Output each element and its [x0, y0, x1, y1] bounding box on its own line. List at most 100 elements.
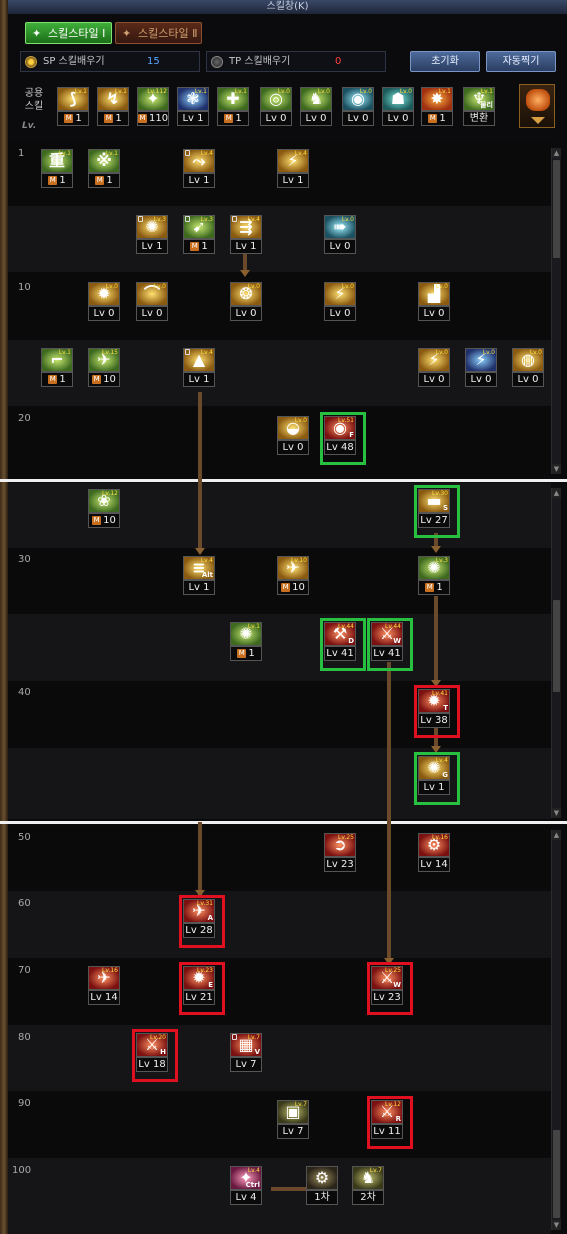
tree-skill[interactable]: ▲ Lv.4 Lv 1: [183, 348, 215, 387]
tree-skill[interactable]: ➲ Lv.25 Lv 23: [324, 833, 356, 872]
tree-skill[interactable]: ⇶ Lv.4 Lv 1: [230, 215, 262, 254]
tree-skill[interactable]: ⚔ Lv.25 W Lv 23: [367, 962, 413, 1015]
shared-skill[interactable]: ❃ Lv.1 Lv 1: [177, 87, 209, 126]
skill-icon[interactable]: ⚔ Lv.12 R: [371, 1100, 403, 1124]
shared-skill[interactable]: ☗ Lv.0 Lv 0: [382, 87, 414, 126]
skill-icon[interactable]: ❂ Lv.0: [230, 282, 262, 306]
skill-icon[interactable]: ◍ Lv.0: [512, 348, 544, 372]
tree-skill[interactable]: ◉ Lv.51 F Lv 48: [320, 412, 366, 465]
skill-icon[interactable]: ✺ Lv.1: [230, 622, 262, 646]
skill-icon[interactable]: ≡ Lv.4 Alt: [183, 556, 215, 580]
shared-skill[interactable]: ◎ Lv.0 Lv 0: [260, 87, 292, 126]
skill-icon[interactable]: ⌒ Lv.0: [136, 282, 168, 306]
scroll-up-icon[interactable]: ▲: [552, 488, 561, 498]
skill-icon[interactable]: ✹ Lv.23 E: [183, 966, 215, 990]
tree-skill[interactable]: ▣ Lv.7 Lv 7: [277, 1100, 309, 1139]
skill-icon[interactable]: ⚡ Lv.4: [277, 149, 309, 173]
shared-skill[interactable]: ⟆ Lv.1 M 1: [57, 87, 89, 126]
skill-icon[interactable]: ➹ Lv.3: [183, 215, 215, 239]
shared-skill[interactable]: ♆ Lv.1 물리 변환: [463, 87, 495, 126]
tree-skill[interactable]: ❂ Lv.0 Lv 0: [230, 282, 262, 321]
scroll-down-icon[interactable]: ▼: [552, 808, 561, 818]
shared-skill[interactable]: ♞ Lv.0 Lv 0: [300, 87, 332, 126]
skill-icon[interactable]: ⚡ Lv.0: [324, 282, 356, 306]
skill-icon[interactable]: ✈ Lv.16: [88, 966, 120, 990]
tree-skill[interactable]: 重 Lv.1 M 1: [41, 149, 73, 188]
tree-skill[interactable]: ✈ Lv.31 A Lv 28: [179, 895, 225, 948]
tree-skill[interactable]: ❀ Lv.12 M 10: [88, 489, 120, 528]
skill-icon[interactable]: ➲ Lv.25: [324, 833, 356, 857]
skill-icon[interactable]: ⚙: [306, 1166, 338, 1190]
skill-icon[interactable]: ⤳ Lv.4: [183, 149, 215, 173]
tree-skill[interactable]: ▦ Lv.7 V Lv 7: [230, 1033, 262, 1072]
skill-icon[interactable]: ✦ Lv.112: [137, 87, 169, 111]
tree-skill[interactable]: ≡ Lv.4 Alt Lv 1: [183, 556, 215, 595]
tree-skill[interactable]: ✺ Lv.3 Lv 1: [136, 215, 168, 254]
scroll-down-icon[interactable]: ▼: [552, 1220, 561, 1230]
skill-icon[interactable]: ▬ Lv.30 S: [418, 489, 450, 513]
skill-icon[interactable]: ☗ Lv.0: [382, 87, 414, 111]
shared-skill[interactable]: ↯ Lv.1 M 1: [97, 87, 129, 126]
scrollbar[interactable]: ▲ ▼: [551, 148, 561, 474]
skill-icon[interactable]: ✺ Lv.4 G: [418, 756, 450, 780]
skill-icon[interactable]: ⚡ Lv.0: [418, 348, 450, 372]
tree-skill[interactable]: ✈ Lv.16 Lv 14: [88, 966, 120, 1005]
skill-icon[interactable]: ◉ Lv.0: [342, 87, 374, 111]
shared-skill[interactable]: ◉ Lv.0 Lv 0: [342, 87, 374, 126]
skill-icon[interactable]: 重 Lv.1: [41, 149, 73, 173]
skill-icon[interactable]: ⚔ Lv.20 H: [136, 1033, 168, 1057]
reset-button[interactable]: 초기화: [410, 51, 480, 72]
skill-icon[interactable]: ◎ Lv.0: [260, 87, 292, 111]
skill-icon[interactable]: ↯ Lv.1: [97, 87, 129, 111]
character-portrait-dropdown[interactable]: [519, 84, 555, 128]
tree-skill[interactable]: ⚙ 1차: [306, 1166, 338, 1205]
skill-icon[interactable]: ✺ Lv.3: [136, 215, 168, 239]
skill-icon[interactable]: ✹ Lv.0: [88, 282, 120, 306]
shared-skill[interactable]: ✦ Lv.112 M 110: [137, 87, 169, 126]
tree-skill[interactable]: ✦ Lv.4 Ctrl Lv 4: [230, 1166, 262, 1205]
tab-skillstyle-1[interactable]: ✦ 스킬스타일 Ⅰ: [25, 22, 112, 44]
tree-skill[interactable]: ⚒ Lv.44 D Lv 41: [320, 618, 366, 671]
skill-icon[interactable]: ⌐ Lv.1: [41, 348, 73, 372]
tree-skill[interactable]: ◍ Lv.0 Lv 0: [512, 348, 544, 387]
skill-icon[interactable]: ▣ Lv.7: [277, 1100, 309, 1124]
scrollbar[interactable]: ▲ ▼: [551, 830, 561, 1230]
skill-icon[interactable]: ⇶ Lv.4: [230, 215, 262, 239]
skill-icon[interactable]: ▟ Lv.0: [418, 282, 450, 306]
tree-skill[interactable]: ⚡ Lv.0 Lv 0: [324, 282, 356, 321]
skill-icon[interactable]: ⚙ Lv.16: [418, 833, 450, 857]
skill-icon[interactable]: ⚡ Lv.0: [465, 348, 497, 372]
tree-skill[interactable]: ✹ Lv.41 T Lv 38: [414, 685, 460, 738]
scroll-thumb[interactable]: [553, 600, 560, 692]
skill-icon[interactable]: ▲ Lv.4: [183, 348, 215, 372]
scroll-thumb[interactable]: [553, 1130, 560, 1218]
tree-skill[interactable]: ⤳ Lv.4 Lv 1: [183, 149, 215, 188]
tree-skill[interactable]: ✺ Lv.3 M 1: [418, 556, 450, 595]
tree-skill[interactable]: ⌐ Lv.1 M 1: [41, 348, 73, 387]
tree-skill[interactable]: ➹ Lv.3 M 1: [183, 215, 215, 254]
shared-skill[interactable]: ✚ Lv.1 M 1: [217, 87, 249, 126]
tree-skill[interactable]: ✹ Lv.23 E Lv 21: [179, 962, 225, 1015]
skill-icon[interactable]: ✹ Lv.41 T: [418, 689, 450, 713]
tree-skill[interactable]: ✺ Lv.4 G Lv 1: [414, 752, 460, 805]
tree-skill[interactable]: ⚡ Lv.0 Lv 0: [465, 348, 497, 387]
skill-icon[interactable]: ✈ Lv.31 A: [183, 899, 215, 923]
skill-icon[interactable]: ⚔ Lv.25 W: [371, 966, 403, 990]
tree-skill[interactable]: ◒ Lv.0 Lv 0: [277, 416, 309, 455]
skill-icon[interactable]: ✺ Lv.3: [418, 556, 450, 580]
radio-unselected-icon[interactable]: [211, 56, 223, 68]
tab-skillstyle-2[interactable]: ✦ 스킬스타일 Ⅱ: [115, 22, 202, 44]
skill-icon[interactable]: ♆ Lv.1 물리: [463, 87, 495, 111]
scroll-up-icon[interactable]: ▲: [552, 830, 561, 840]
skill-icon[interactable]: ⚔ Lv.44 W: [371, 622, 403, 646]
scroll-down-icon[interactable]: ▼: [552, 464, 561, 474]
radio-selected-icon[interactable]: [25, 56, 37, 68]
tree-skill[interactable]: ➠ Lv.0 Lv 0: [324, 215, 356, 254]
tree-skill[interactable]: ※ Lv.1 M 1: [88, 149, 120, 188]
tree-skill[interactable]: ⚔ Lv.12 R Lv 11: [367, 1096, 413, 1149]
skill-icon[interactable]: ✈ Lv.15: [88, 348, 120, 372]
skill-icon[interactable]: ✸ Lv.1: [421, 87, 453, 111]
skill-icon[interactable]: ❀ Lv.12: [88, 489, 120, 513]
sp-point-selector[interactable]: SP 스킬배우기 15: [20, 51, 200, 72]
skill-icon[interactable]: ※ Lv.1: [88, 149, 120, 173]
